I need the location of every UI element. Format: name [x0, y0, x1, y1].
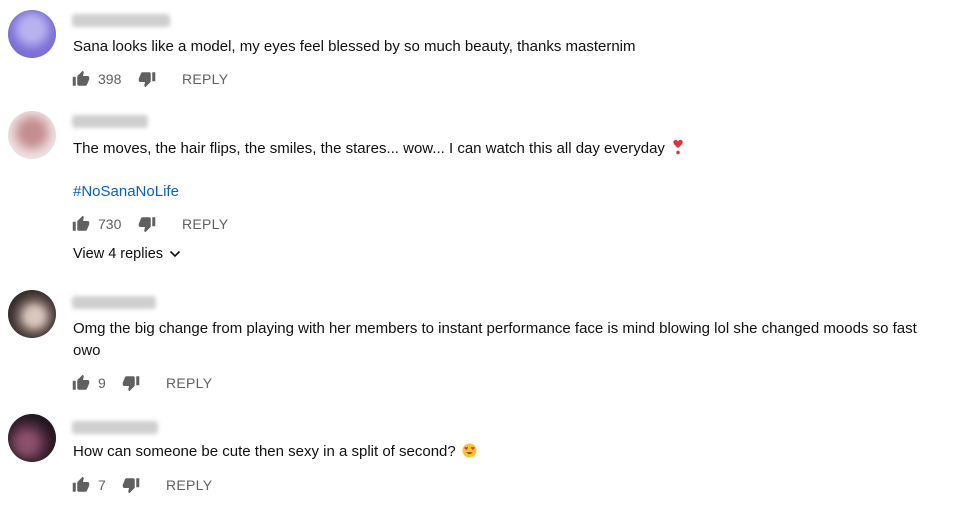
- thumb-up-icon[interactable]: [72, 70, 90, 88]
- reply-button[interactable]: REPLY: [182, 71, 228, 87]
- author-name[interactable]: [72, 115, 148, 128]
- thumb-down-icon[interactable]: [138, 70, 156, 88]
- view-replies-label: View 4 replies: [73, 246, 164, 262]
- comment-text-content: The moves, the hair flips, the smiles, t…: [73, 140, 665, 157]
- comment-text-content: How can someone be cute then sexy in a s…: [73, 443, 456, 460]
- comment-text: Omg the big change from playing with her…: [73, 320, 917, 359]
- thumb-down-icon[interactable]: [138, 215, 156, 233]
- comment-text: How can someone be cute then sexy in a s…: [73, 441, 948, 463]
- comment-actions: 398 REPLY: [72, 68, 228, 90]
- heart-eyes-emoji: [462, 443, 477, 458]
- hashtag-link[interactable]: #NoSanaNoLife: [73, 183, 179, 200]
- chevron-down-icon: [169, 250, 181, 258]
- comment-text: Sana looks like a model, my eyes feel bl…: [73, 38, 636, 55]
- reply-button[interactable]: REPLY: [182, 216, 228, 232]
- thumb-up-icon[interactable]: [72, 476, 90, 494]
- reply-button[interactable]: REPLY: [166, 375, 212, 391]
- comment-actions: 9 REPLY: [72, 372, 212, 394]
- avatar[interactable]: [8, 111, 56, 159]
- heart-exclamation-emoji: [673, 139, 683, 155]
- comment-text: The moves, the hair flips, the smiles, t…: [73, 138, 948, 160]
- like-count: 9: [98, 375, 106, 391]
- author-name[interactable]: [72, 14, 170, 27]
- view-replies-button[interactable]: View 4 replies: [73, 246, 181, 262]
- author-name[interactable]: [72, 421, 158, 434]
- thumb-up-icon[interactable]: [72, 374, 90, 392]
- like-count: 398: [98, 71, 122, 87]
- comment-actions: 730 REPLY: [72, 213, 228, 235]
- avatar[interactable]: [8, 414, 56, 462]
- comment-actions: 7 REPLY: [72, 474, 212, 496]
- like-count: 7: [98, 477, 106, 493]
- like-count: 730: [98, 216, 122, 232]
- thumb-down-icon[interactable]: [122, 476, 140, 494]
- reply-button[interactable]: REPLY: [166, 477, 212, 493]
- avatar[interactable]: [8, 10, 56, 58]
- avatar[interactable]: [8, 290, 56, 338]
- author-name[interactable]: [72, 296, 156, 309]
- thumb-up-icon[interactable]: [72, 215, 90, 233]
- thumb-down-icon[interactable]: [122, 374, 140, 392]
